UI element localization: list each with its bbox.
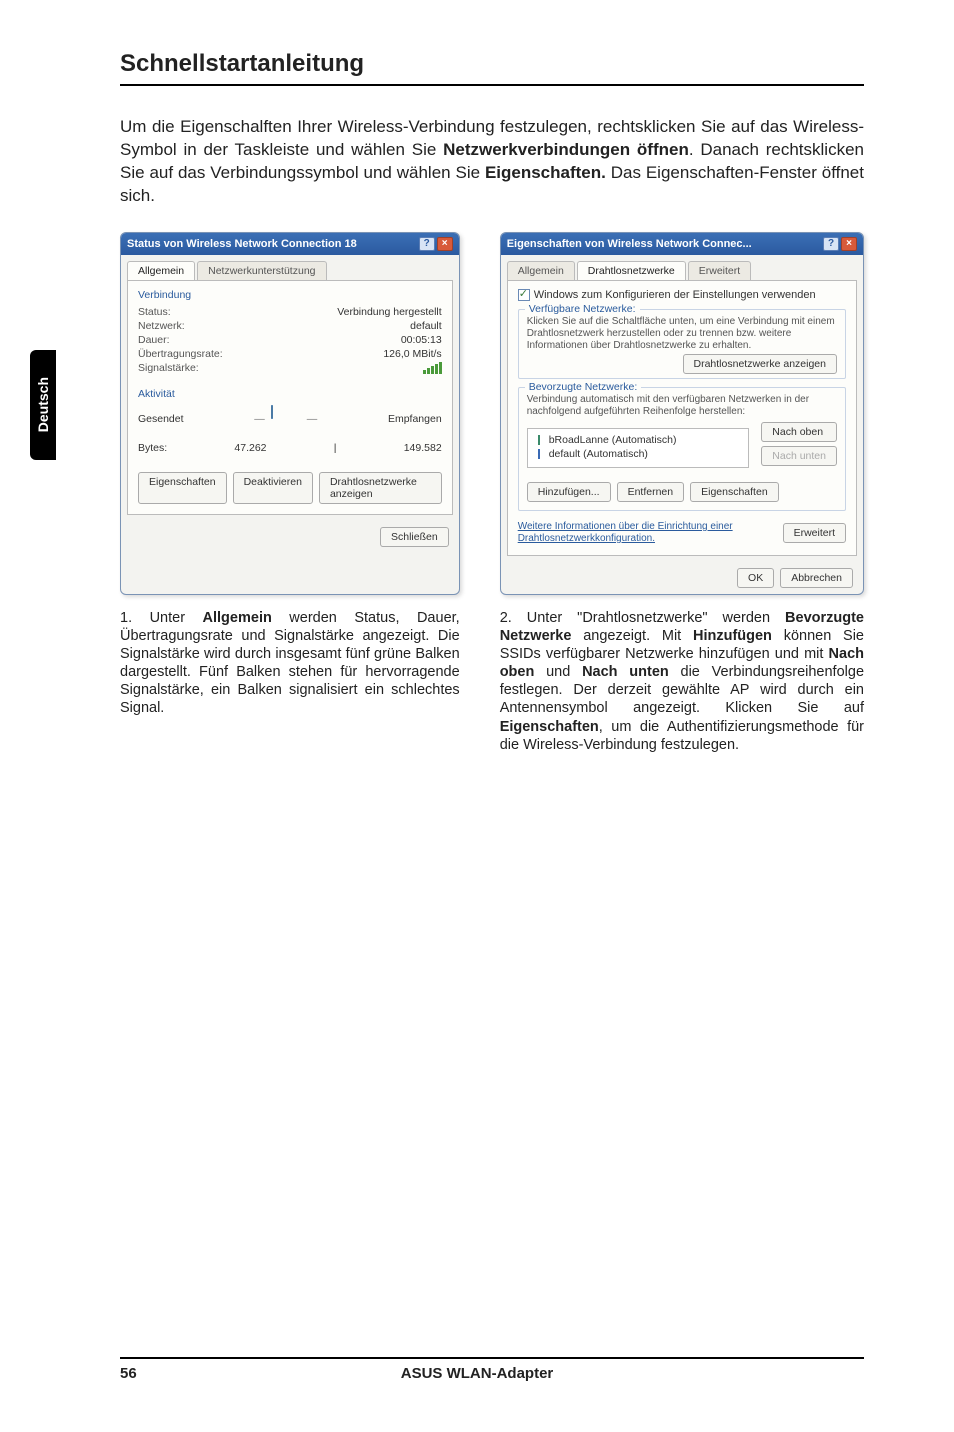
help-icon[interactable]: ? bbox=[823, 237, 839, 251]
tab-wireless[interactable]: Drahtlosnetzwerke bbox=[577, 261, 686, 280]
properties-tabs: Allgemein Drahtlosnetzwerke Erweitert bbox=[501, 255, 863, 280]
view-networks-button[interactable]: Drahtlosnetzwerke anzeigen bbox=[319, 472, 442, 504]
windows-config-checkbox[interactable]: Windows zum Konfigurieren der Einstellun… bbox=[518, 289, 846, 301]
item-properties-button[interactable]: Eigenschaften bbox=[690, 482, 779, 502]
advanced-help-link[interactable]: Weitere Informationen über die Einrichtu… bbox=[518, 521, 738, 545]
header-rule bbox=[120, 84, 864, 86]
close-button[interactable]: Schließen bbox=[380, 527, 449, 547]
properties-dialog-title: Eigenschaften von Wireless Network Conne… bbox=[507, 238, 752, 250]
close-icon[interactable]: × bbox=[437, 237, 453, 251]
list-item[interactable]: bRoadLanne (Automatisch) bbox=[534, 433, 743, 447]
antenna-icon bbox=[534, 435, 544, 445]
intro-paragraph: Um die Eigenschalften Ihrer Wireless-Ver… bbox=[120, 116, 864, 208]
tab-support[interactable]: Netzwerkunterstützung bbox=[197, 261, 326, 280]
view-wireless-button[interactable]: Drahtlosnetzwerke anzeigen bbox=[683, 354, 838, 374]
cancel-button[interactable]: Abbrechen bbox=[780, 568, 853, 588]
help-icon[interactable]: ? bbox=[419, 237, 435, 251]
monitor-icon bbox=[271, 406, 301, 432]
caption-1: 1. Unter Allgemein werden Status, Dauer,… bbox=[120, 609, 460, 754]
properties-dialog-titlebar: Eigenschaften von Wireless Network Conne… bbox=[501, 233, 863, 255]
add-button[interactable]: Hinzufügen... bbox=[527, 482, 611, 502]
status-dialog-title: Status von Wireless Network Connection 1… bbox=[127, 238, 357, 250]
preferred-listbox[interactable]: bRoadLanne (Automatisch) default (Automa… bbox=[527, 428, 750, 468]
tab-advanced[interactable]: Erweitert bbox=[688, 261, 751, 280]
tab-general[interactable]: Allgemein bbox=[127, 261, 195, 280]
status-tabs: Allgemein Netzwerkunterstützung bbox=[121, 255, 459, 280]
disable-button[interactable]: Deaktivieren bbox=[233, 472, 313, 504]
available-networks-group: Verfügbare Netzwerke: Klicken Sie auf di… bbox=[518, 309, 846, 379]
properties-button[interactable]: Eigenschaften bbox=[138, 472, 227, 504]
status-dialog: Status von Wireless Network Connection 1… bbox=[120, 232, 460, 595]
antenna-icon bbox=[534, 449, 544, 459]
properties-dialog: Eigenschaften von Wireless Network Conne… bbox=[500, 232, 864, 595]
group-connection: Verbindung bbox=[138, 289, 442, 301]
move-up-button[interactable]: Nach oben bbox=[761, 422, 837, 442]
move-down-button[interactable]: Nach unten bbox=[761, 446, 837, 466]
ok-button[interactable]: OK bbox=[737, 568, 774, 588]
status-dialog-titlebar: Status von Wireless Network Connection 1… bbox=[121, 233, 459, 255]
list-item[interactable]: default (Automatisch) bbox=[534, 447, 743, 461]
page-footer: 56 ASUS WLAN-Adapter bbox=[0, 1357, 954, 1382]
close-icon[interactable]: × bbox=[841, 237, 857, 251]
checkbox-icon bbox=[518, 289, 530, 301]
caption-2: 2. Unter "Drahtlosnetzwerke" werden Bevo… bbox=[500, 609, 864, 754]
footer-product: ASUS WLAN-Adapter bbox=[0, 1365, 954, 1382]
tab-general-2[interactable]: Allgemein bbox=[507, 261, 575, 280]
page-title: Schnellstartanleitung bbox=[120, 50, 864, 78]
preferred-networks-group: Bevorzugte Netzwerke: Verbindung automat… bbox=[518, 387, 846, 511]
advanced-button[interactable]: Erweitert bbox=[783, 523, 846, 543]
signal-strength-icon bbox=[423, 362, 442, 377]
remove-button[interactable]: Entfernen bbox=[617, 482, 685, 502]
group-activity: Aktivität bbox=[138, 388, 442, 400]
